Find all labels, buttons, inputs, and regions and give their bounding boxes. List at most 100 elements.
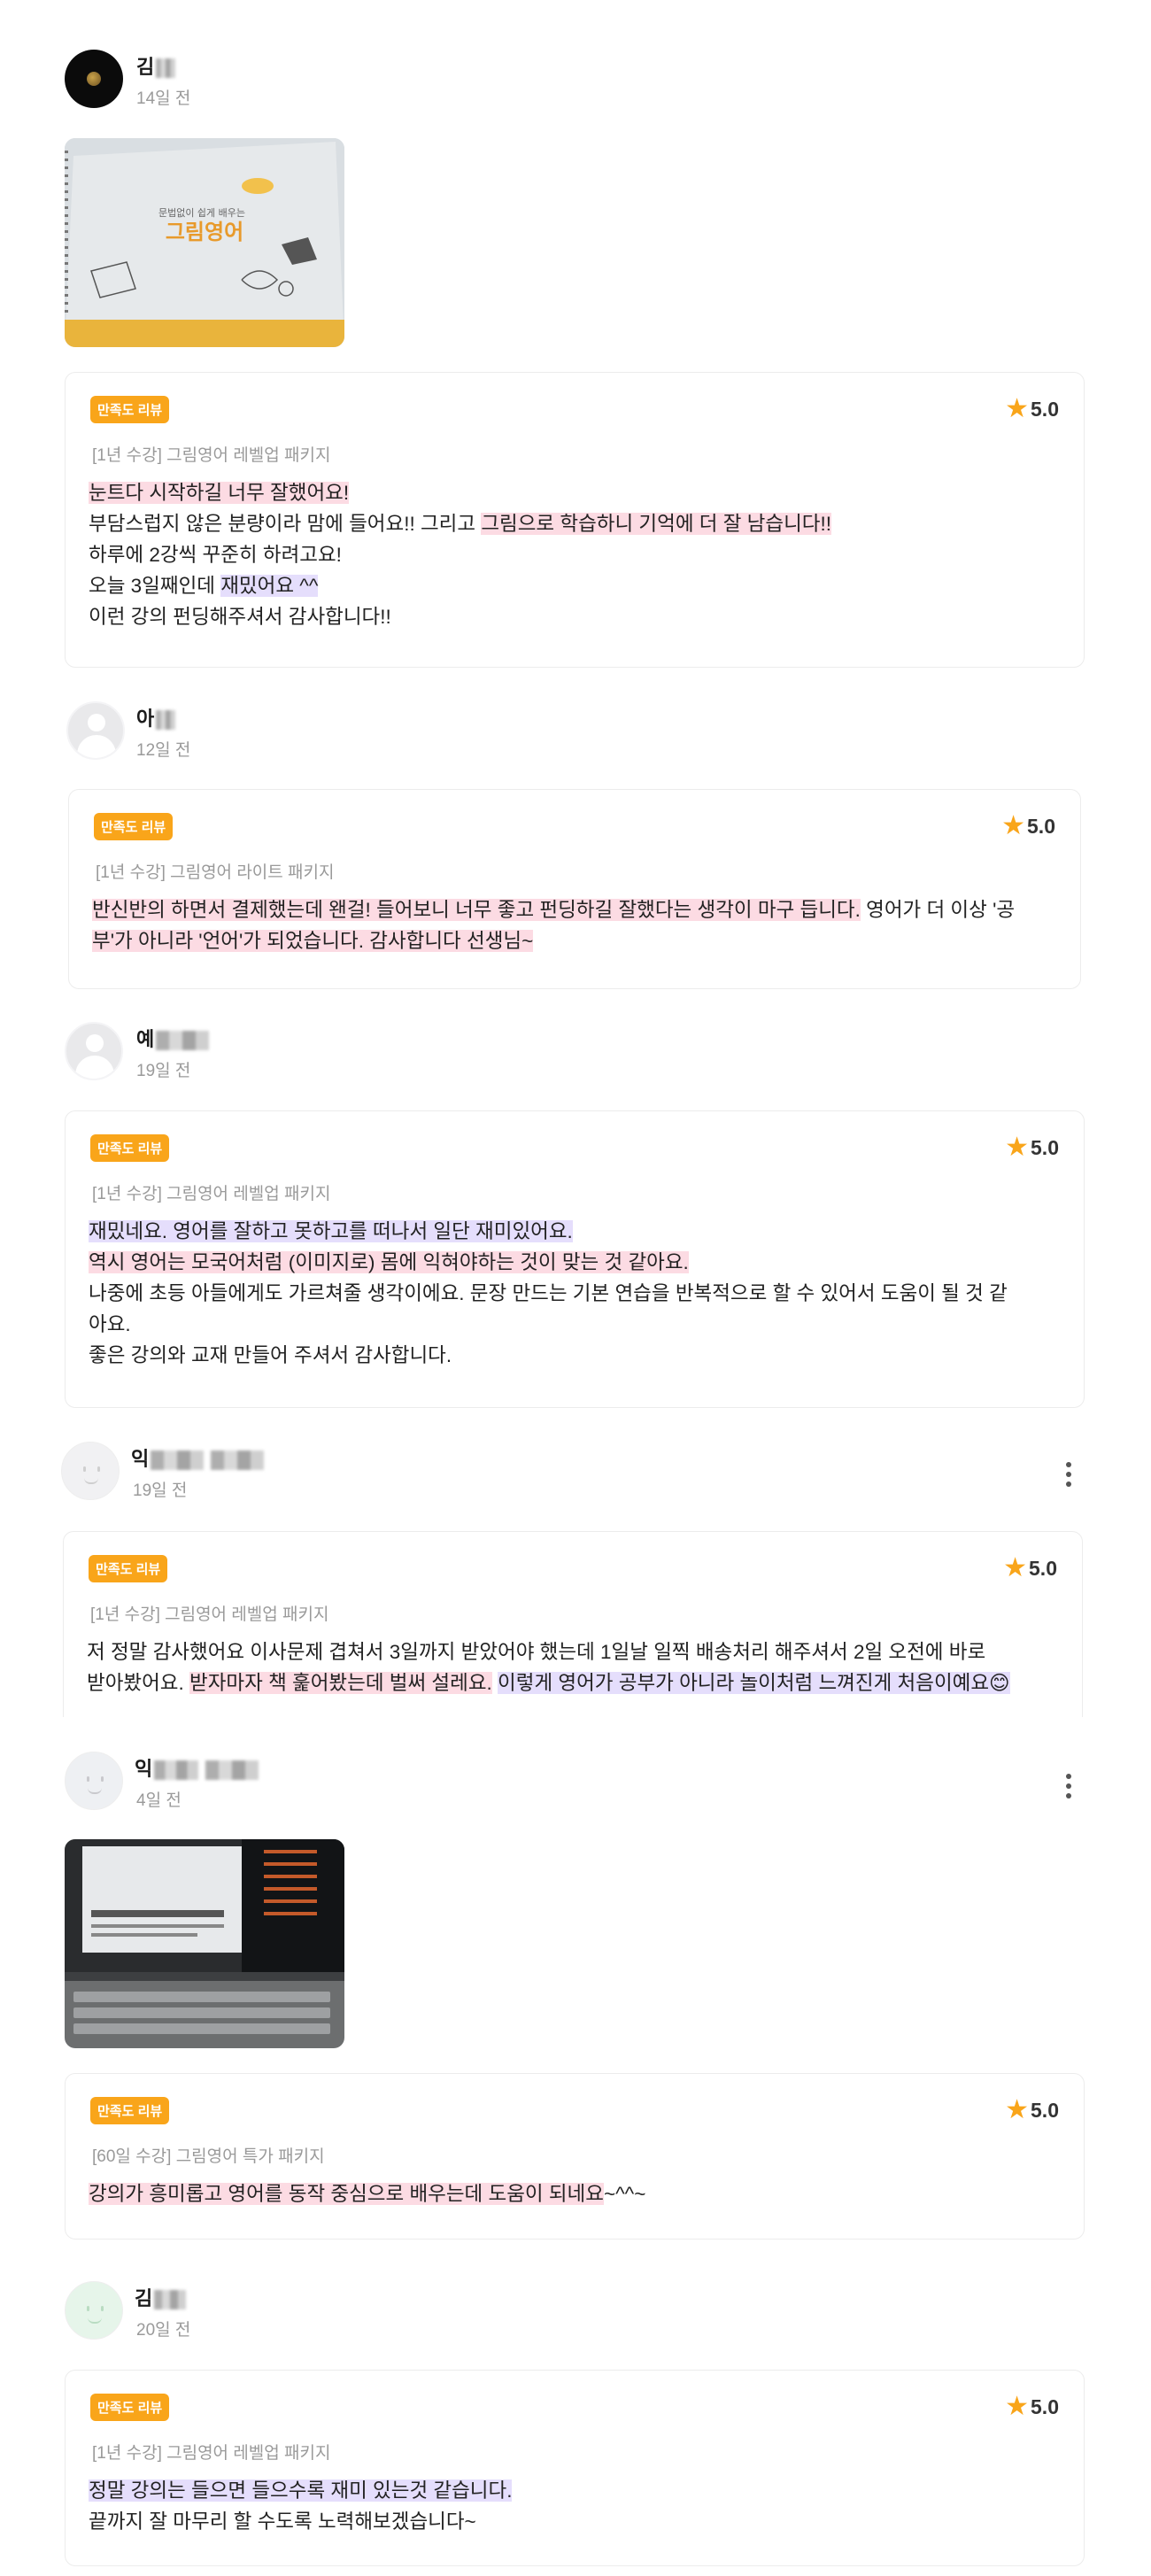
review-photo[interactable]	[65, 1839, 344, 2048]
rating: ★ 5.0	[1005, 2392, 1059, 2421]
review-card: 만족도 리뷰 ★ 5.0 [60일 수강] 그림영어 특가 패키지 강의가 흥미롭…	[65, 2073, 1085, 2239]
review-line: 역시 영어는 모국어처럼 (이미지로) 몸에 익혀야하는 것이 맞는 것 같아요…	[89, 1247, 1061, 1278]
review-text-segment: 끝까지 잘 마무리 할 수도록 노력해보겠습니다~	[89, 2510, 476, 2533]
review-text-segment: ~^^~	[603, 2183, 646, 2205]
highlighted-text: 부'가 아니라 '언어'가 되었습니다. 감사합니다 선생님~	[92, 930, 534, 952]
course-name: [1년 수강] 그림영어 레벨업 패키지	[92, 1185, 331, 1203]
review-text-segment: 나중에 초등 아들에게도 가르쳐줄 생각이에요. 문장 만드는 기본 연습을 반…	[89, 1282, 1008, 1304]
avatar[interactable]	[66, 701, 125, 760]
avatar[interactable]	[65, 2281, 123, 2340]
book-title: 그림영어	[166, 220, 243, 244]
review-line: 반신반의 하면서 결제했는데 왠걸! 들어보니 너무 좋고 펀딩하길 잘했다는 …	[92, 894, 1057, 925]
rating: ★ 5.0	[1005, 2095, 1059, 2124]
review-line: 하루에 2강씩 꾸준히 하려고요!	[89, 539, 1061, 570]
highlighted-text: 그림으로 학습하니 기억에 더 잘 남습니다!!	[481, 513, 831, 535]
reviewer-name: 익	[135, 1753, 259, 1782]
review-card: 만족도 리뷰 ★ 5.0 [1년 수강] 그림영어 레벨업 패키지 재밌네요. 영…	[65, 1110, 1085, 1408]
review-line: 아요.	[89, 1309, 1061, 1340]
review-line: 이런 강의 펀딩해주셔서 감사합니다!!	[89, 601, 1061, 632]
review-card: 만족도 리뷰 ★ 5.0 [1년 수강] 그림영어 라이트 패키지 반신반의 하면…	[68, 789, 1081, 989]
reviewer-name: 익	[131, 1443, 265, 1472]
review-line: 오늘 3일째인데 재밌어요 ^^	[89, 570, 1061, 601]
review-line: 받아봤어요. 받자마자 책 훑어봤는데 벌써 설레요. 이렇게 영어가 공부가 …	[87, 1667, 1059, 1698]
highlighted-text: 재밌어요 ^^	[220, 575, 319, 597]
rating: ★ 5.0	[1005, 394, 1059, 423]
highlighted-text: 역시 영어는 모국어처럼 (이미지로) 몸에 익혀야하는 것이 맞는 것 같아요…	[89, 1251, 689, 1273]
rating: ★ 5.0	[1001, 811, 1055, 840]
highlighted-text: 재밌네요. 영어를 잘하고 못하고를 떠나서 일단 재미있어요.	[89, 1220, 573, 1242]
review-time: 14일 전	[136, 89, 191, 108]
rating: ★ 5.0	[1005, 1133, 1059, 1162]
highlighted-text: 눈트다 시작하길 너무 잘했어요!	[89, 482, 350, 504]
course-name: [1년 수강] 그림영어 레벨업 패키지	[92, 446, 331, 465]
more-options-icon[interactable]	[1066, 1462, 1073, 1491]
review-line: 눈트다 시작하길 너무 잘했어요!	[89, 477, 1061, 508]
satisfaction-badge: 만족도 리뷰	[94, 813, 174, 840]
review-time: 12일 전	[136, 741, 191, 760]
review-line: 정말 강의는 들으면 들으수록 재미 있는것 같습니다.	[89, 2475, 1061, 2506]
review-text-segment: 영어가 더 이상 '공	[860, 899, 1016, 921]
review-text-segment: 이런 강의 펀딩해주셔서 감사합니다!!	[89, 606, 391, 628]
star-icon: ★	[1005, 2392, 1030, 2421]
review-time: 4일 전	[136, 1791, 182, 1810]
review-text-segment: 저 정말 감사했어요 이사문제 겹쳐서 3일까지 받았어야 했는데 1일날 일찍…	[87, 1641, 986, 1663]
review-time: 19일 전	[136, 1062, 191, 1080]
review-time: 19일 전	[133, 1481, 188, 1500]
course-name: [1년 수강] 그림영어 레벨업 패키지	[90, 1605, 329, 1624]
reviewer-name: 아	[136, 703, 176, 731]
satisfaction-badge: 만족도 리뷰	[90, 1134, 170, 1162]
book-subtitle: 문법없이 쉽게 배우는	[158, 207, 245, 219]
review-text-segment: 받아봤어요.	[87, 1672, 190, 1694]
reviewer-name: 김	[135, 2283, 187, 2311]
star-icon: ★	[1001, 811, 1026, 840]
review-text-segment: 오늘 3일째인데	[89, 575, 221, 597]
star-icon: ★	[1005, 2095, 1030, 2124]
review-line: 강의가 흥미롭고 영어를 동작 중심으로 배우는데 도움이 되네요~^^~	[89, 2178, 1061, 2209]
more-options-icon[interactable]	[1066, 1774, 1073, 1803]
review-text: 눈트다 시작하길 너무 잘했어요! 부담스럽지 않은 분량이라 맘에 들어요!! …	[89, 477, 1061, 632]
star-icon: ★	[1003, 1553, 1028, 1582]
highlighted-text: 반신반의 하면서 결제했는데 왠걸! 들어보니 너무 좋고 펀딩하길 잘했다는 …	[92, 899, 861, 921]
rating: ★ 5.0	[1003, 1553, 1057, 1582]
review-card: 만족도 리뷰 ★ 5.0 [1년 수강] 그림영어 레벨업 패키지 정말 강의는 …	[65, 2370, 1085, 2566]
reviewer-name: 예	[136, 1024, 210, 1052]
review-text: 반신반의 하면서 결제했는데 왠걸! 들어보니 너무 좋고 펀딩하길 잘했다는 …	[92, 894, 1057, 956]
satisfaction-badge: 만족도 리뷰	[90, 2394, 170, 2421]
review-line: 좋은 강의와 교재 만들어 주셔서 감사합니다.	[89, 1340, 1061, 1371]
review-line: 부담스럽지 않은 분량이라 맘에 들어요!! 그리고 그림으로 학습하니 기억에…	[89, 508, 1061, 539]
review-line: 끝까지 잘 마무리 할 수도록 노력해보겠습니다~	[89, 2506, 1061, 2537]
course-name: [60일 수강] 그림영어 특가 패키지	[92, 2147, 325, 2166]
highlighted-text: 정말 강의는 들으면 들으수록 재미 있는것 같습니다.	[89, 2479, 513, 2502]
avatar[interactable]	[65, 50, 123, 108]
star-icon: ★	[1005, 394, 1030, 423]
review-time: 20일 전	[136, 2321, 191, 2340]
satisfaction-badge: 만족도 리뷰	[89, 1555, 168, 1582]
highlighted-text: 강의가 흥미롭고 영어를 동작 중심으로 배우는데 도움이 되네요	[89, 2183, 604, 2205]
avatar[interactable]	[65, 1022, 123, 1080]
avatar[interactable]	[61, 1442, 120, 1500]
highlighted-text: 이렇게 영어가 공부가 아니라 놀이처럼 느껴진게 처음이예요😊	[498, 1672, 1010, 1694]
review-line: 저 정말 감사했어요 이사문제 겹쳐서 3일까지 받았어야 했는데 1일날 일찍…	[87, 1636, 1059, 1667]
star-icon: ★	[1005, 1133, 1030, 1162]
reviewer-name: 김	[136, 51, 176, 80]
review-text: 저 정말 감사했어요 이사문제 겹쳐서 3일까지 받았어야 했는데 1일날 일찍…	[87, 1636, 1059, 1698]
avatar[interactable]	[65, 1752, 123, 1810]
review-text-segment: 하루에 2강씩 꾸준히 하려고요!	[89, 544, 342, 566]
review-text-segment: 아요.	[89, 1313, 131, 1335]
review-line: 부'가 아니라 '언어'가 되었습니다. 감사합니다 선생님~	[92, 925, 1057, 956]
satisfaction-badge: 만족도 리뷰	[90, 396, 170, 423]
review-card: 만족도 리뷰 ★ 5.0 [1년 수강] 그림영어 레벨업 패키지 눈트다 시작하…	[65, 372, 1085, 668]
review-text-segment: 좋은 강의와 교재 만들어 주셔서 감사합니다.	[89, 1344, 452, 1366]
review-text-segment: 부담스럽지 않은 분량이라 맘에 들어요!! 그리고	[89, 513, 482, 535]
satisfaction-badge: 만족도 리뷰	[90, 2097, 170, 2124]
review-line: 나중에 초등 아들에게도 가르쳐줄 생각이에요. 문장 만드는 기본 연습을 반…	[89, 1278, 1061, 1309]
review-text: 재밌네요. 영어를 잘하고 못하고를 떠나서 일단 재미있어요. 역시 영어는 모…	[89, 1216, 1061, 1371]
course-name: [1년 수강] 그림영어 레벨업 패키지	[92, 2444, 331, 2463]
review-card: 만족도 리뷰 ★ 5.0 [1년 수강] 그림영어 레벨업 패키지 저 정말 감사…	[63, 1531, 1083, 1717]
review-text: 강의가 흥미롭고 영어를 동작 중심으로 배우는데 도움이 되네요~^^~	[89, 2178, 1061, 2209]
review-line: 재밌네요. 영어를 잘하고 못하고를 떠나서 일단 재미있어요.	[89, 1216, 1061, 1247]
review-text: 정말 강의는 들으면 들으수록 재미 있는것 같습니다. 끝까지 잘 마무리 할 …	[89, 2475, 1061, 2537]
review-photo[interactable]: 문법없이 쉽게 배우는 그림영어	[65, 138, 344, 347]
course-name: [1년 수강] 그림영어 라이트 패키지	[96, 863, 335, 882]
highlighted-text: 받자마자 책 훑어봤는데 벌써 설레요.	[189, 1672, 492, 1694]
